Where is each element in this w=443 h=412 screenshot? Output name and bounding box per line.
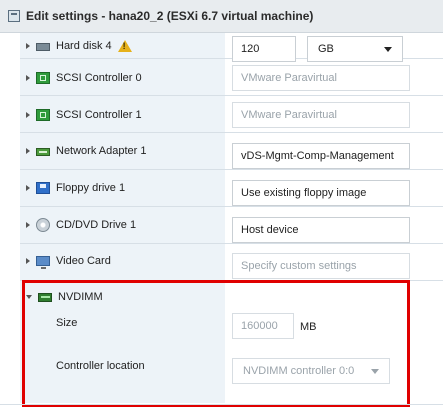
cd-dvd-drive-icon [36, 218, 50, 232]
device-row-scsi-controller-0[interactable]: SCSI Controller 0 [26, 68, 142, 88]
device-row-scsi-controller-1[interactable]: SCSI Controller 1 [26, 105, 142, 125]
floppy-drive-icon [36, 182, 50, 194]
nvdimm-icon [38, 293, 52, 302]
hard-disk-icon [36, 43, 50, 51]
device-row-nvdimm[interactable]: NVDIMM [26, 287, 103, 307]
expand-chevron-icon[interactable] [26, 222, 30, 228]
row-divider [20, 206, 443, 207]
network-adapter-icon [36, 148, 50, 156]
video-card-icon [36, 256, 50, 269]
expand-chevron-icon[interactable] [26, 148, 30, 154]
scsi-controller-icon [36, 109, 50, 121]
row-divider [20, 132, 443, 133]
device-label: SCSI Controller 1 [56, 109, 142, 121]
nvdimm-size-label: Size [56, 317, 78, 329]
device-label: SCSI Controller 0 [56, 72, 142, 84]
controller-location-select: NVDIMM controller 0:0 [232, 358, 390, 384]
scsi-controller-1-type: VMware Paravirtual [232, 102, 410, 128]
device-row-video-card[interactable]: Video Card [26, 251, 111, 271]
expand-chevron-icon[interactable] [26, 43, 30, 49]
row-divider [20, 95, 443, 96]
controller-location-label: Controller location [56, 360, 145, 372]
cd-dvd-drive-1-select[interactable]: Host device [232, 217, 410, 243]
chevron-down-icon [384, 47, 392, 52]
bottom-divider [0, 404, 443, 405]
device-row-hard-disk-4[interactable]: Hard disk 4 [26, 36, 132, 56]
expand-chevron-icon[interactable] [26, 112, 30, 118]
scsi-controller-icon [36, 72, 50, 84]
device-row-floppy-drive-1[interactable]: Floppy drive 1 [26, 178, 125, 198]
device-row-cd-dvd-drive-1[interactable]: CD/DVD Drive 1 [26, 215, 136, 235]
settings-content: Hard disk 4 120 GB SCSI Controller 0 VMw… [0, 33, 443, 403]
device-label: Video Card [56, 255, 111, 267]
row-divider [20, 280, 443, 281]
network-adapter-1-select[interactable]: vDS-Mgmt-Comp-Management [232, 143, 410, 169]
hard-disk-size-input[interactable]: 120 [232, 36, 296, 62]
expand-chevron-icon[interactable] [26, 75, 30, 81]
chevron-down-icon [371, 369, 379, 374]
controller-location-value: NVDIMM controller 0:0 [243, 365, 355, 377]
window-icon [8, 10, 20, 22]
collapse-chevron-icon[interactable] [26, 295, 32, 299]
title-bar: Edit settings - hana20_2 (ESXi 6.7 virtu… [0, 0, 443, 33]
floppy-drive-1-select[interactable]: Use existing floppy image [232, 180, 410, 206]
row-divider [20, 243, 443, 244]
hard-disk-unit-select[interactable]: GB [307, 36, 403, 62]
video-card-settings: Specify custom settings [232, 253, 410, 279]
device-row-network-adapter-1[interactable]: Network Adapter 1 [26, 141, 147, 161]
edit-settings-window: Edit settings - hana20_2 (ESXi 6.7 virtu… [0, 0, 443, 412]
expand-chevron-icon[interactable] [26, 185, 30, 191]
hard-disk-unit-value: GB [318, 43, 334, 55]
nvdimm-size-unit: MB [300, 321, 317, 333]
nvdimm-size-input[interactable]: 160000 [232, 313, 294, 339]
scsi-controller-0-type: VMware Paravirtual [232, 65, 410, 91]
window-title: Edit settings - hana20_2 (ESXi 6.7 virtu… [26, 9, 314, 23]
device-label: Hard disk 4 [56, 40, 112, 52]
row-divider [20, 169, 443, 170]
device-label: CD/DVD Drive 1 [56, 219, 137, 231]
device-label: Network Adapter 1 [56, 145, 147, 157]
expand-chevron-icon[interactable] [26, 258, 30, 264]
warning-icon [117, 40, 132, 52]
device-label: Floppy drive 1 [56, 182, 126, 194]
device-label: NVDIMM [58, 291, 103, 303]
